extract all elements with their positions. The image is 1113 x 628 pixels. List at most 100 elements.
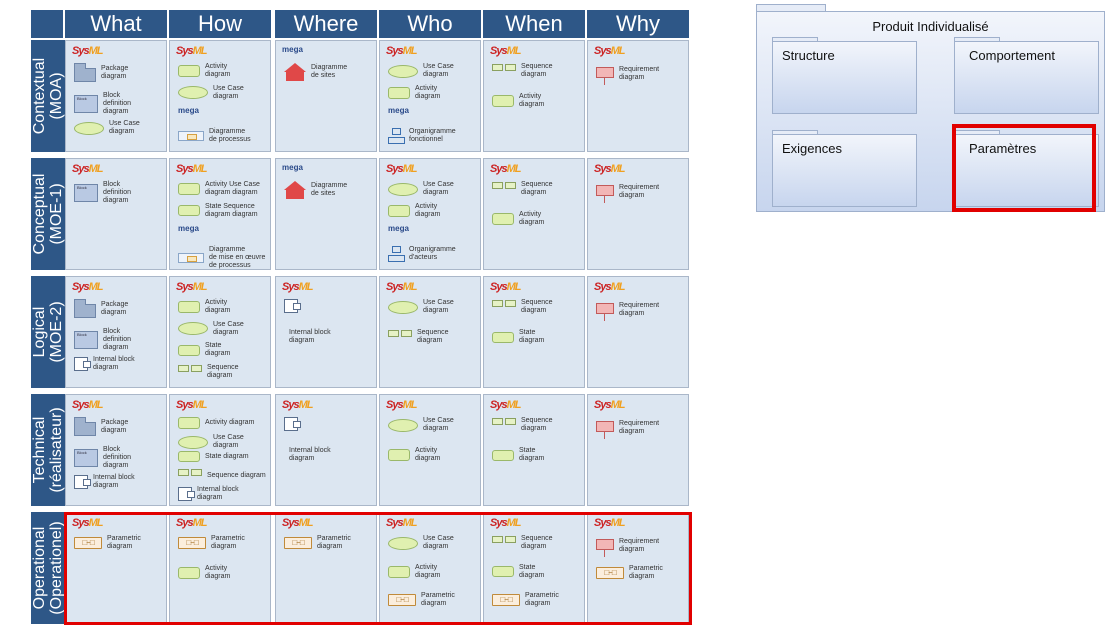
row-label-text: Technical (réalisateur): [31, 407, 65, 493]
row-label: Operational (Operationel): [31, 512, 65, 624]
diagram-entry: Diagramme de processus: [178, 128, 251, 144]
package-structure-label: Structure: [782, 48, 835, 63]
diagram-label: Organigramme d'acteurs: [409, 245, 456, 261]
diagram-label: Use Case diagram: [213, 84, 244, 100]
diagram-label: Use Case diagram: [109, 120, 140, 136]
usecase-diagram-icon: [178, 322, 208, 335]
grid-cell: SysML Internal block diagram: [275, 276, 377, 388]
diagram-label: State diagram: [205, 342, 231, 357]
row-label: Technical (réalisateur): [31, 394, 65, 506]
diagram-label: Activity diagram: [415, 202, 441, 218]
grid-cell: SysML Use Case diagram Activity diagram: [379, 394, 481, 506]
sysml-logo: SysML: [176, 45, 207, 57]
process-diagram-icon: [178, 252, 204, 263]
sysml-logo: SysML: [282, 399, 313, 411]
state-diagram-icon: [178, 451, 200, 463]
diagram-label: Sequence diagram: [417, 329, 449, 344]
activity-diagram-icon: [492, 95, 514, 107]
diagram-entry: Use Case diagram: [388, 63, 454, 79]
diagram-entry: Use Case diagram: [178, 321, 244, 337]
diagram-entry: Requirement diagram: [596, 181, 659, 203]
row-label: Logical (MOE-2): [31, 276, 65, 388]
operational-row-highlight: [64, 512, 692, 625]
activity-diagram-icon: [178, 417, 200, 429]
diagram-label: Use Case diagram: [213, 320, 244, 336]
diagram-entry: Internal block diagram: [74, 474, 135, 490]
diagram-entry: Use Case diagram: [74, 120, 140, 136]
diagram-entry: Sequence diagram: [492, 417, 553, 433]
grid-cell: SysML Sequence diagram Activity diagram: [483, 158, 585, 270]
diagram-label: Activity diagram: [519, 211, 545, 226]
mega-logo: mega: [178, 106, 199, 115]
grid-cell: SysML Package diagram Block Block definitio…: [65, 276, 167, 388]
site-diagram-icon: [284, 181, 306, 199]
diagram-entry: Package diagram: [74, 417, 128, 436]
diagram-label: Block definition diagram: [103, 91, 132, 115]
diagram-entry: [284, 417, 301, 431]
diagram-entry: Internal block diagram: [178, 486, 239, 502]
diagram-entry: Use Case diagram: [388, 299, 454, 315]
sysml-logo: SysML: [176, 399, 207, 411]
orgchart-diagram-icon: [388, 245, 405, 262]
diagram-label: Activity Use Case diagram diagram: [205, 181, 260, 196]
diagram-entry: Activity diagram: [388, 85, 440, 101]
diagram-label: Use Case diagram: [423, 63, 454, 78]
grid-cell: SysML Use Case diagram Activity diagram meg…: [379, 158, 481, 270]
diagram-entry: State diagram: [178, 451, 249, 463]
sysml-logo: SysML: [176, 163, 207, 175]
diagram-label: Requirement diagram: [619, 420, 660, 435]
diagram-entry: Diagramme de sites: [284, 63, 347, 81]
mega-logo: mega: [388, 106, 409, 115]
row-label: Conceptual (MOE-1): [31, 158, 65, 270]
diagram-label: Sequence diagram: [521, 299, 553, 314]
diagram-label: Diagramme de processus: [209, 127, 251, 143]
ibd-diagram-icon: [178, 486, 195, 501]
diagram-entry: Sequence diagram: [178, 364, 239, 380]
diagram-label: Activity diagram: [205, 63, 231, 78]
requirement-diagram-icon: [596, 299, 614, 321]
diagram-entry: Internal block diagram: [284, 447, 331, 463]
mega-logo: mega: [282, 163, 303, 172]
diagram-entry: Sequence diagram: [492, 181, 553, 197]
usecase-diagram-icon: [388, 300, 418, 314]
package-diagram-icon: [74, 417, 96, 436]
grid-cell: SysML Activity diagram Use Case diagram meg…: [169, 40, 271, 152]
grid-cell: SysML Internal block diagram: [275, 394, 377, 506]
diagram-label: Package diagram: [101, 418, 129, 434]
ibd-diagram-icon: [74, 475, 91, 490]
sysml-logo: SysML: [72, 45, 103, 57]
diagram-entry: Use Case diagram: [388, 417, 454, 433]
diagram-entry: Block Block definition diagram: [74, 328, 131, 352]
requirement-diagram-icon: [596, 417, 614, 439]
grid-cell: SysML Package diagram Block Block definitio…: [65, 40, 167, 152]
diagram-label: Organigramme fonctionnel: [409, 127, 456, 143]
column-header-who: Who: [379, 10, 481, 38]
diagram-entry: Use Case diagram: [388, 181, 454, 197]
sysml-logo: SysML: [176, 281, 207, 293]
diagram-label: Use Case diagram: [423, 417, 454, 432]
diagram-entry: State diagram: [492, 329, 544, 345]
diagram-entry: State diagram: [178, 342, 230, 358]
sysml-logo: SysML: [386, 163, 417, 175]
diagram-label: Activity diagram: [205, 299, 231, 314]
diagram-entry: Diagramme de sites: [284, 181, 347, 199]
diagram-label: Internal block diagram: [93, 356, 135, 372]
grid-cell: SysML Package diagram Block Block definitio…: [65, 394, 167, 506]
grid-cell: SysML Sequence diagram State diagram: [483, 276, 585, 388]
grid-cell: SysML Requirement diagram: [587, 394, 689, 506]
sysml-logo: SysML: [72, 163, 103, 175]
sysml-logo: SysML: [490, 163, 521, 175]
diagram-entry: Activity diagram: [178, 417, 254, 429]
grid-cell: SysML Requirement diagram: [587, 40, 689, 152]
row-label-text: Logical (MOE-2): [31, 301, 65, 363]
diagram-entry: Sequence diagram: [388, 329, 449, 345]
sysml-logo: SysML: [594, 281, 625, 293]
mega-logo: mega: [388, 224, 409, 233]
diagram-label: Internal block diagram: [93, 474, 135, 490]
sysml-logo: SysML: [594, 163, 625, 175]
package-comportement-label: Comportement: [969, 48, 1055, 63]
diagram-label: Internal block diagram: [289, 447, 331, 462]
diagram-label: Requirement diagram: [619, 184, 660, 199]
diagram-entry: Sequence diagram: [492, 299, 553, 315]
state-diagram-icon: [492, 449, 514, 461]
